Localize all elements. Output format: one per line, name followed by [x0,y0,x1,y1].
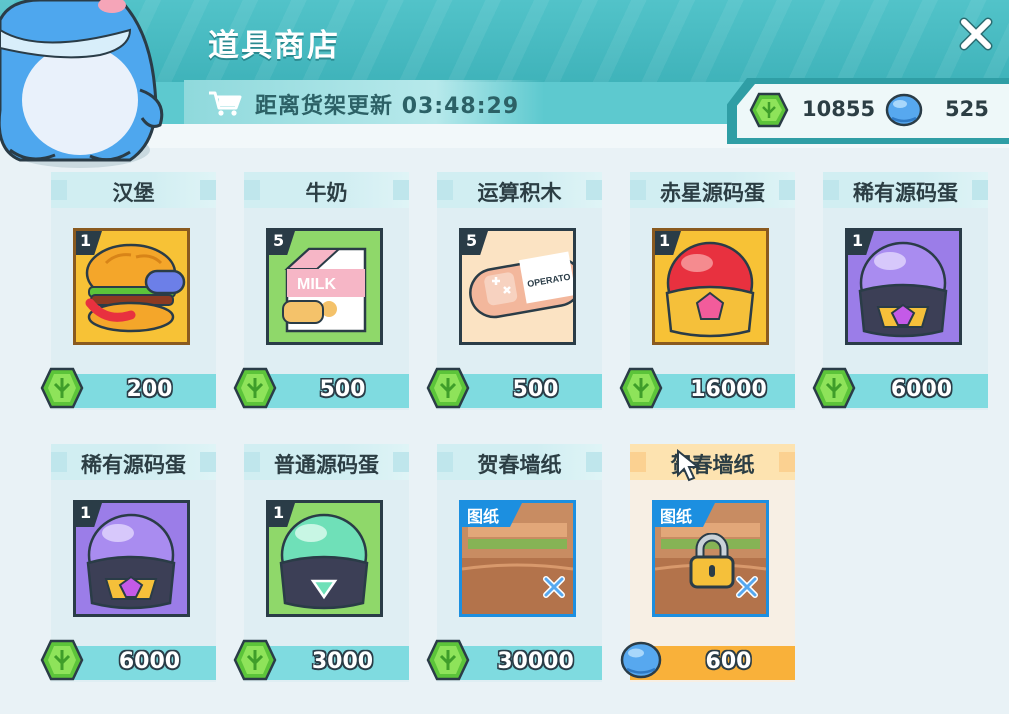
green-gem-icon [426,367,470,409]
green-gem-icon [40,367,84,409]
shop-item-red-star-egg[interactable]: 赤星源码蛋 1 16000 [619,172,795,410]
price-bar: 600 [620,641,795,680]
item-image-frame: 1 [73,228,190,345]
item-image-frame: OPERATO 5 [459,228,583,345]
item-name: 牛奶 [305,181,348,205]
blue-coin-icon [885,93,923,127]
green-gem-icon [619,367,663,409]
green-gem-icon [812,367,856,409]
green-gem-icon [40,639,84,681]
item-name: 稀有源码蛋 [853,181,958,205]
lock-icon [689,533,735,589]
item-name: 运算积木 [477,181,562,205]
item-price: 6000 [890,377,953,402]
green-gem-icon [233,367,277,409]
item-image-frame: 1 [73,500,190,617]
svg-text:MILK: MILK [297,276,337,293]
price-bar: 16000 [619,367,795,409]
price-bar: 500 [426,367,602,409]
cart-icon [209,91,242,116]
item-name: 贺春墙纸 [670,453,755,477]
price-bar: 6000 [40,639,216,681]
shop-item-spring-wallpaper-locked[interactable]: 贺春墙纸 图纸 600 [620,444,795,682]
shop-item-hamburger[interactable]: 汉堡 1 200 [40,172,216,410]
item-name: 汉堡 [112,181,155,205]
item-image-frame: 1 [652,228,769,345]
item-name: 贺春墙纸 [477,453,562,477]
item-image-frame: 1 [266,500,383,617]
coin-balance: 525 [945,97,989,121]
mouse-cursor-icon [677,449,701,482]
item-price: 6000 [118,649,181,674]
close-button[interactable] [950,8,1002,60]
green-gem-icon [233,639,277,681]
shop-item-operation-block[interactable]: 运算积木 OPERATO 5 500 [426,172,602,410]
refresh-label: 距离货架更新 [255,94,394,119]
refresh-time: 03:48:29 [401,94,520,119]
item-price: 30000 [497,649,574,674]
item-price: 600 [705,649,752,674]
gem-balance: 10855 [802,97,876,121]
item-price: 500 [319,377,366,402]
item-image-frame: 1 [845,228,962,345]
refresh-timer: 距离货架更新 03:48:29 [255,88,519,120]
blue-coin-icon [620,641,662,679]
item-name: 普通源码蛋 [274,453,379,477]
shop-item-rare-egg[interactable]: 稀有源码蛋 1 6000 [812,172,988,410]
item-price: 200 [126,377,173,402]
close-icon [959,17,993,51]
item-price: 3000 [311,649,374,674]
mascot-character [0,0,164,168]
price-bar: 500 [233,367,409,409]
page-title: 道具商店 [208,28,340,64]
shop-item-common-egg[interactable]: 普通源码蛋 1 3000 [233,444,409,682]
item-image-frame: 图纸 [459,500,576,617]
shop-item-rare-egg[interactable]: 稀有源码蛋 1 6000 [40,444,216,682]
green-gem-icon [749,92,789,128]
item-price: 16000 [690,377,767,402]
item-name: 赤星源码蛋 [660,181,765,205]
item-price: 500 [512,377,559,402]
price-bar: 6000 [812,367,988,409]
item-image-frame: 图纸 [652,500,769,617]
item-image-frame: MILK 5 [266,228,383,345]
price-bar: 30000 [426,639,602,681]
item-name: 稀有源码蛋 [81,453,186,477]
shop-item-milk[interactable]: 牛奶 MILK 5 500 [233,172,409,410]
green-gem-icon [426,639,470,681]
shop-item-spring-wallpaper[interactable]: 贺春墙纸 图纸 30000 [426,444,602,682]
price-bar: 200 [40,367,216,409]
price-bar: 3000 [233,639,409,681]
